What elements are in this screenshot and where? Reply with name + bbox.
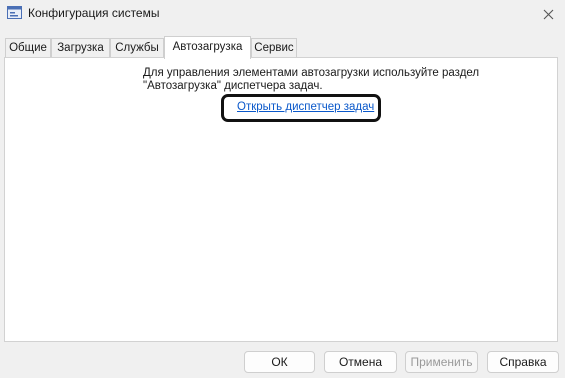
close-button[interactable] <box>531 0 565 28</box>
open-task-manager-link[interactable]: Открыть диспетчер задач <box>237 101 374 113</box>
tab-services[interactable]: Службы <box>110 38 164 57</box>
tab-general[interactable]: Общие <box>5 38 51 57</box>
description-line-1: Для управления элементами автозагрузки и… <box>143 67 480 79</box>
tab-tools[interactable]: Сервис <box>251 38 297 57</box>
startup-description: Для управления элементами автозагрузки и… <box>143 67 503 93</box>
tab-boot[interactable]: Загрузка <box>51 38 110 57</box>
title-bar: Конфигурация системы <box>0 0 565 30</box>
description-line-2: "Автозагрузка" диспетчера задач. <box>143 80 323 92</box>
close-icon <box>543 9 553 19</box>
ok-button[interactable]: ОК <box>244 351 315 373</box>
tab-startup[interactable]: Автозагрузка <box>164 36 251 59</box>
link-highlight-frame: Открыть диспетчер задач <box>221 94 381 122</box>
system-configuration-window: Конфигурация системы Общие Загрузка Служ… <box>0 0 565 378</box>
msconfig-icon <box>7 6 22 19</box>
help-button[interactable]: Справка <box>487 351 559 373</box>
apply-button[interactable]: Применить <box>405 351 478 373</box>
startup-panel: Для управления элементами автозагрузки и… <box>4 57 558 342</box>
cancel-button[interactable]: Отмена <box>324 351 397 373</box>
window-title: Конфигурация системы <box>28 6 160 20</box>
